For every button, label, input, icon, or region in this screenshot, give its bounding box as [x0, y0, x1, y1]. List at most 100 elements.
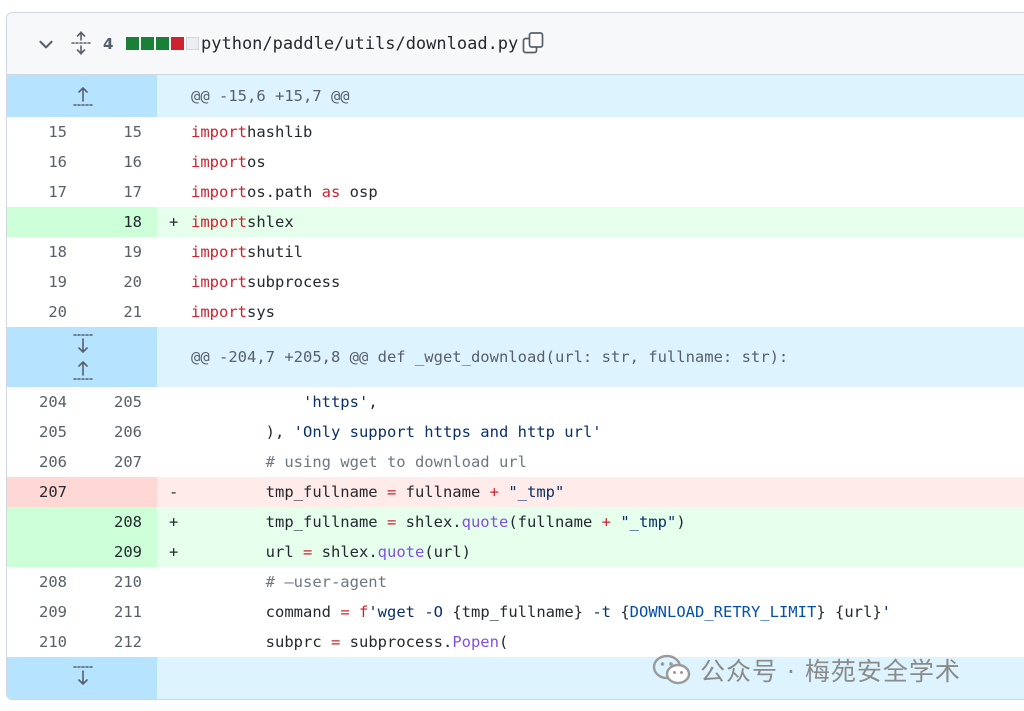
code-token: shlex. [312, 543, 378, 561]
code-token: # –user-agent [191, 573, 387, 591]
hunk-expander[interactable] [7, 327, 157, 387]
old-line-number[interactable]: 18 [7, 237, 67, 267]
code-token: quote [461, 513, 509, 531]
old-line-number[interactable]: 207 [7, 477, 67, 507]
addition-marker: + [169, 513, 179, 531]
code-token: "_tmp" [508, 483, 565, 501]
new-line-number[interactable]: 15 [82, 117, 142, 147]
old-line-number[interactable]: 15 [7, 117, 67, 147]
code-token: = [386, 483, 397, 501]
new-line-number[interactable]: 18 [82, 207, 142, 237]
new-line-number[interactable]: 20 [82, 267, 142, 297]
new-line-number[interactable]: 211 [82, 597, 142, 627]
addition-marker: + [169, 213, 179, 231]
code-token: fullname [396, 483, 490, 501]
new-line-number[interactable]: 207 [82, 447, 142, 477]
old-line-number[interactable]: 210 [7, 627, 67, 657]
code-token: hashlib [247, 123, 313, 141]
hunk-header-row: @@ -15,6 +15,7 @@ [7, 75, 1024, 117]
code-token: ) [676, 513, 686, 531]
fold-up-icon[interactable] [67, 357, 99, 383]
code-token: DOWNLOAD_RETRY_LIMIT [629, 603, 817, 621]
changes-count: 4 [103, 35, 114, 53]
hunk-header: @@ -204,7 +205,8 @@ def _wget_download(u… [191, 348, 789, 366]
old-line-number[interactable]: 16 [7, 147, 67, 177]
chevron-down-icon[interactable] [37, 35, 55, 53]
context-line: 17 17 importos.path as osp [7, 177, 1024, 207]
diffstat-block [141, 37, 154, 50]
new-line-number[interactable]: 212 [82, 627, 142, 657]
old-line-number[interactable]: 208 [7, 567, 67, 597]
diff-lines: @@ -15,6 +15,7 @@ 15 15 importhashlib 16 16 i… [7, 75, 1024, 699]
code-token: import [191, 153, 247, 171]
context-line: 16 16 importos [7, 147, 1024, 177]
code-token: shlex. [396, 513, 462, 531]
copy-icon[interactable] [520, 30, 546, 56]
code-token: = [386, 513, 397, 531]
context-line: 19 20 importsubprocess [7, 267, 1024, 297]
code-token: = [340, 603, 350, 621]
code-token: ' [881, 603, 892, 621]
code-text: importos.path as osp [191, 177, 378, 207]
code-token: } [816, 603, 826, 621]
context-line: 18 19 importshutil [7, 237, 1024, 267]
old-line-number[interactable]: 204 [7, 387, 67, 417]
new-line-number[interactable] [82, 477, 142, 507]
code-token: (url) [424, 543, 471, 561]
old-line-number[interactable]: 20 [7, 297, 67, 327]
old-line-number[interactable]: 19 [7, 267, 67, 297]
fold-down-icon[interactable] [67, 331, 99, 357]
diffstat-block [186, 37, 199, 50]
hunk-lines-1: 15 15 importhashlib 16 16 importos 17 17 importo… [7, 117, 1024, 327]
old-line-number[interactable]: 209 [7, 597, 67, 627]
diffstat [126, 37, 201, 50]
new-line-number[interactable]: 17 [82, 177, 142, 207]
new-line-number[interactable]: 16 [82, 147, 142, 177]
code-text: importsys [191, 297, 275, 327]
old-line-number[interactable] [7, 507, 67, 537]
fold-down-icon[interactable] [67, 663, 99, 689]
code-token: import [191, 123, 247, 141]
old-line-number[interactable]: 206 [7, 447, 67, 477]
new-line-number[interactable]: 205 [82, 387, 142, 417]
code-text: ), 'Only support https and http url' [191, 417, 602, 447]
new-line-number[interactable]: 206 [82, 417, 142, 447]
new-line-number[interactable]: 21 [82, 297, 142, 327]
code-token: import [191, 273, 247, 291]
code-token: shutil [247, 243, 303, 261]
code-text: # –user-agent [191, 567, 387, 597]
new-line-number[interactable]: 208 [82, 507, 142, 537]
hunk-expander[interactable] [7, 75, 157, 117]
code-token: url [191, 543, 303, 561]
new-line-number[interactable]: 19 [82, 237, 142, 267]
code-token: ), [191, 423, 294, 441]
old-line-number[interactable] [7, 207, 67, 237]
watermark-text: 公众号 · 梅苑安全学术 [700, 657, 961, 686]
code-token: f [359, 603, 369, 621]
old-line-number[interactable]: 17 [7, 177, 67, 207]
code-text: url = shlex.quote(url) [191, 537, 471, 567]
new-line-number[interactable]: 210 [82, 567, 142, 597]
code-token: {url} [835, 603, 882, 621]
context-line: 20 21 importsys [7, 297, 1024, 327]
hunk-expander[interactable] [7, 657, 157, 699]
file-path-link[interactable]: python/paddle/utils/download.py [201, 32, 518, 56]
deleted-line: 207 - tmp_fullname = fullname + "_tmp" [7, 477, 1024, 507]
code-token: command [191, 603, 341, 621]
fold-up-icon[interactable] [67, 83, 99, 109]
code-text: importshutil [191, 237, 303, 267]
code-token: Popen [452, 633, 499, 651]
unfold-icon[interactable] [70, 31, 92, 55]
old-line-number[interactable]: 205 [7, 417, 67, 447]
code-text: importhashlib [191, 117, 312, 147]
code-token: subprc [191, 633, 331, 651]
old-line-number[interactable] [7, 537, 67, 567]
code-token: # using wget to download url [191, 453, 527, 471]
code-token: "_tmp" [620, 513, 677, 531]
code-token: as [321, 183, 341, 201]
new-line-number[interactable]: 209 [82, 537, 142, 567]
code-text: importos [191, 147, 266, 177]
